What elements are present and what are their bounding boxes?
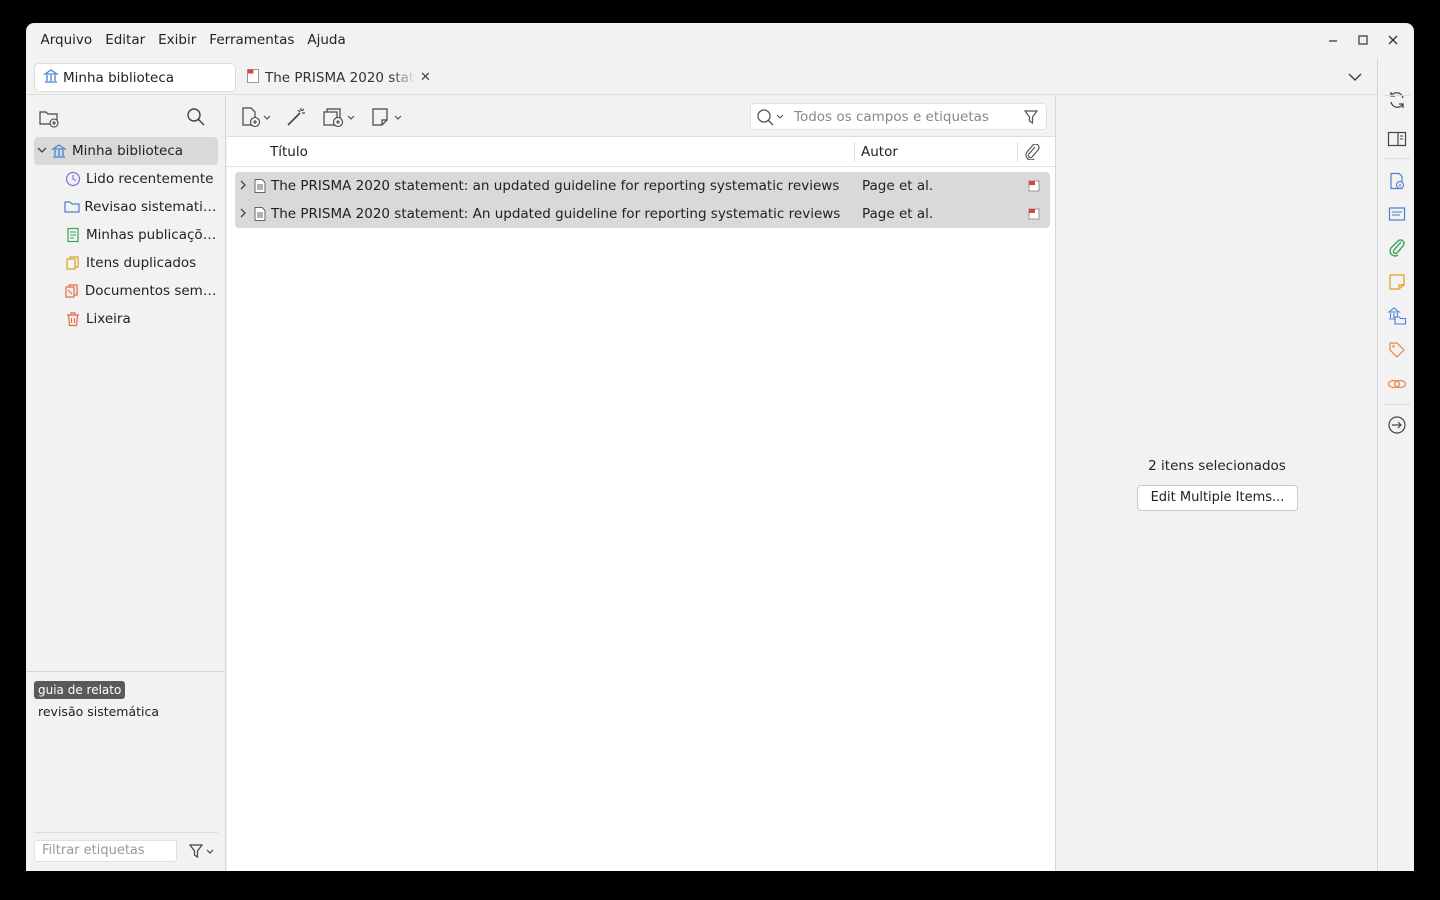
collection-label: Itens duplicados [86, 255, 197, 271]
item-pane: 2 itens selecionados Edit Multiple Items… [1057, 96, 1377, 871]
column-header: Título Autor [227, 137, 1055, 167]
collection-label: Documentos sem c... [84, 283, 218, 299]
maximize-icon[interactable] [1354, 31, 1372, 49]
minimize-icon[interactable] [1324, 31, 1342, 49]
close-tab-icon[interactable]: ✕ [420, 70, 431, 85]
document-icon [253, 178, 267, 198]
clock-icon [64, 170, 82, 188]
tag-selector: guia de relato revisão sistemática Filtr… [26, 671, 226, 871]
collection-label: Lido recentemente [86, 171, 214, 187]
abstract-icon[interactable] [1387, 204, 1407, 224]
table-row[interactable]: The PRISMA 2020 statement: An updated gu… [235, 200, 1050, 228]
search-collections-icon[interactable] [186, 107, 206, 131]
pdf-icon [246, 68, 260, 88]
column-title-header[interactable]: Título [270, 144, 308, 160]
menubar: Arquivo Editar Exibir Ferramentas Ajuda [26, 23, 1414, 57]
chevron-down-icon[interactable] [34, 145, 50, 158]
item-author: Page et al. [862, 178, 934, 194]
add-attachment-icon[interactable] [321, 106, 357, 128]
locate-icon[interactable] [1387, 415, 1407, 435]
pdf-icon[interactable] [1028, 208, 1040, 224]
new-collection-icon[interactable] [38, 108, 60, 132]
close-window-icon[interactable] [1384, 31, 1402, 49]
library-icon [43, 68, 59, 88]
toggle-pane-icon[interactable] [1387, 129, 1407, 149]
filter-icon[interactable] [188, 843, 216, 861]
unfiled-icon [64, 282, 81, 300]
new-item-icon[interactable] [239, 106, 273, 128]
item-title: The PRISMA 2020 statement: An updated gu… [271, 206, 841, 222]
items-pane: Todos os campos e etiquetas Título Autor [227, 96, 1056, 871]
search-placeholder: Todos os campos e etiquetas [794, 108, 989, 125]
chevron-right-icon[interactable] [238, 207, 248, 222]
collection-duplicates[interactable]: Itens duplicados [34, 249, 218, 277]
divider [1384, 158, 1410, 159]
library-icon [50, 142, 68, 160]
collection-label: Revisao sistematica... [84, 199, 218, 215]
tag-chip-selected[interactable]: guia de relato [34, 681, 126, 699]
document-icon [253, 206, 267, 226]
selection-count: 2 itens selecionados [1148, 458, 1286, 474]
libraries-collections-icon[interactable] [1387, 306, 1407, 326]
collections-pane: Minha biblioteca Lido recentemente Revis… [26, 96, 226, 871]
tab-library-label: Minha biblioteca [63, 69, 175, 86]
my-publications-icon [64, 226, 82, 244]
window-controls [1324, 23, 1402, 57]
paperclip-icon[interactable] [1024, 143, 1040, 164]
tab-bar: Minha biblioteca The PRISMA 2020 stateme… [26, 59, 1378, 95]
collection-label: Lixeira [86, 311, 131, 327]
divider [1384, 404, 1410, 405]
collection-recently-read[interactable]: Lido recentemente [34, 165, 218, 193]
tag-filter-input[interactable]: Filtrar etiquetas [34, 840, 177, 862]
collection-revisao-sistematica[interactable]: Revisao sistematica... [34, 193, 218, 221]
duplicates-icon [64, 254, 82, 272]
chevron-right-icon[interactable] [238, 179, 248, 194]
menu-exibir[interactable]: Exibir [152, 32, 203, 48]
attachments-icon[interactable] [1387, 238, 1407, 258]
collection-trash[interactable]: Lixeira [34, 305, 218, 333]
column-author-header[interactable]: Autor [861, 144, 898, 160]
item-author: Page et al. [862, 206, 934, 222]
item-title: The PRISMA 2020 statement: an updated gu… [271, 178, 840, 194]
sync-icon[interactable] [1387, 90, 1407, 110]
collection-label: Minha biblioteca [72, 143, 184, 159]
collection-unfiled[interactable]: Documentos sem c... [34, 277, 218, 305]
tag-filter-row: Filtrar etiquetas [34, 832, 218, 862]
tag-icon[interactable] [1387, 340, 1407, 360]
tab-document-label: The PRISMA 2020 statement: an updated gu… [265, 69, 415, 86]
menu-arquivo[interactable]: Arquivo [34, 32, 99, 48]
zotero-window: Arquivo Editar Exibir Ferramentas Ajuda … [26, 23, 1414, 871]
info-icon[interactable] [1387, 171, 1407, 191]
column-divider[interactable] [1017, 142, 1018, 162]
search-icon[interactable] [756, 108, 786, 126]
collection-my-publications[interactable]: Minhas publicações [34, 221, 218, 249]
menu-editar[interactable]: Editar [99, 32, 152, 48]
tab-document[interactable]: The PRISMA 2020 statement: an updated gu… [244, 64, 434, 91]
tab-library[interactable]: Minha biblioteca [35, 64, 235, 91]
collections-toolbar [26, 96, 225, 136]
tag-chip[interactable]: revisão sistemática [38, 704, 159, 719]
edit-multiple-items-button[interactable]: Edit Multiple Items... [1137, 485, 1298, 511]
notes-icon[interactable] [1387, 272, 1407, 292]
collection-label: Minhas publicações [86, 227, 218, 243]
collection-my-library[interactable]: Minha biblioteca [34, 137, 218, 165]
magic-wand-icon[interactable] [285, 106, 307, 128]
folder-icon [64, 198, 80, 216]
menu-ferramentas[interactable]: Ferramentas [203, 32, 301, 48]
column-divider[interactable] [854, 142, 855, 162]
table-row[interactable]: The PRISMA 2020 statement: an updated gu… [235, 172, 1050, 200]
trash-icon [64, 310, 82, 328]
collection-tree: Minha biblioteca Lido recentemente Revis… [34, 137, 218, 333]
search-input[interactable]: Todos os campos e etiquetas [750, 103, 1047, 130]
related-icon[interactable] [1387, 374, 1407, 394]
new-note-icon[interactable] [370, 106, 404, 128]
items-list: The PRISMA 2020 statement: an updated gu… [235, 172, 1050, 228]
filter-icon[interactable] [1023, 109, 1039, 129]
chevron-down-icon[interactable] [1346, 69, 1364, 85]
menu-ajuda[interactable]: Ajuda [301, 32, 352, 48]
divider [1384, 95, 1410, 96]
item-pane-sidenav [1377, 59, 1414, 871]
items-toolbar: Todos os campos e etiquetas [227, 96, 1055, 137]
pdf-icon[interactable] [1028, 180, 1040, 196]
